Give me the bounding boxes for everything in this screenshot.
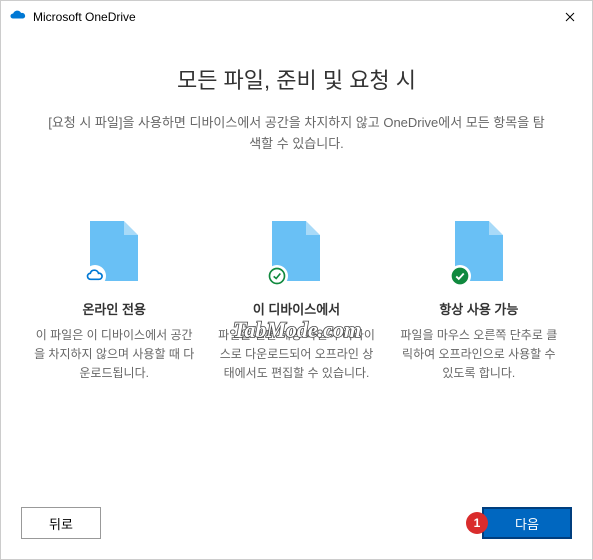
back-button[interactable]: 뒤로 [21, 507, 101, 539]
file-always-icon [398, 215, 560, 287]
file-device-icon [215, 215, 377, 287]
footer: 뒤로 1 다음 [1, 491, 592, 559]
next-button-label: 다음 [515, 514, 539, 533]
onedrive-logo-icon [9, 8, 27, 26]
content-area: 모든 파일, 준비 및 요청 시 [요청 시 파일]을 사용하면 디바이스에서 … [1, 33, 592, 491]
annotation-marker: 1 [466, 512, 488, 534]
onedrive-setup-window: Microsoft OneDrive 모든 파일, 준비 및 요청 시 [요청 … [0, 0, 593, 560]
column-on-device: 이 디바이스에서 파일을 열면 해당 파일이 디바이스로 다운로드되어 오프라인… [215, 215, 377, 384]
column-always-available: 항상 사용 가능 파일을 마우스 오른쪽 단추로 클릭하여 오프라인으로 사용할… [398, 215, 560, 384]
titlebar: Microsoft OneDrive [1, 1, 592, 33]
close-button[interactable] [556, 3, 584, 31]
column-device-title: 이 디바이스에서 [215, 299, 377, 318]
file-online-icon [33, 215, 195, 287]
page-description: [요청 시 파일]을 사용하면 디바이스에서 공간을 차지하지 않고 OneDr… [33, 113, 560, 155]
column-always-desc: 파일을 마우스 오른쪽 단추로 클릭하여 오프라인으로 사용할 수 있도록 합니… [398, 326, 560, 384]
column-online-title: 온라인 전용 [33, 299, 195, 318]
page-heading: 모든 파일, 준비 및 요청 시 [33, 63, 560, 95]
column-online-desc: 이 파일은 이 디바이스에서 공간을 차지하지 않으며 사용할 때 다운로드됩니… [33, 326, 195, 384]
column-device-desc: 파일을 열면 해당 파일이 디바이스로 다운로드되어 오프라인 상태에서도 편집… [215, 326, 377, 384]
next-button[interactable]: 1 다음 [482, 507, 572, 539]
column-online-only: 온라인 전용 이 파일은 이 디바이스에서 공간을 차지하지 않으며 사용할 때… [33, 215, 195, 384]
column-always-title: 항상 사용 가능 [398, 299, 560, 318]
window-title: Microsoft OneDrive [33, 10, 556, 24]
feature-columns: 온라인 전용 이 파일은 이 디바이스에서 공간을 차지하지 않으며 사용할 때… [33, 215, 560, 384]
